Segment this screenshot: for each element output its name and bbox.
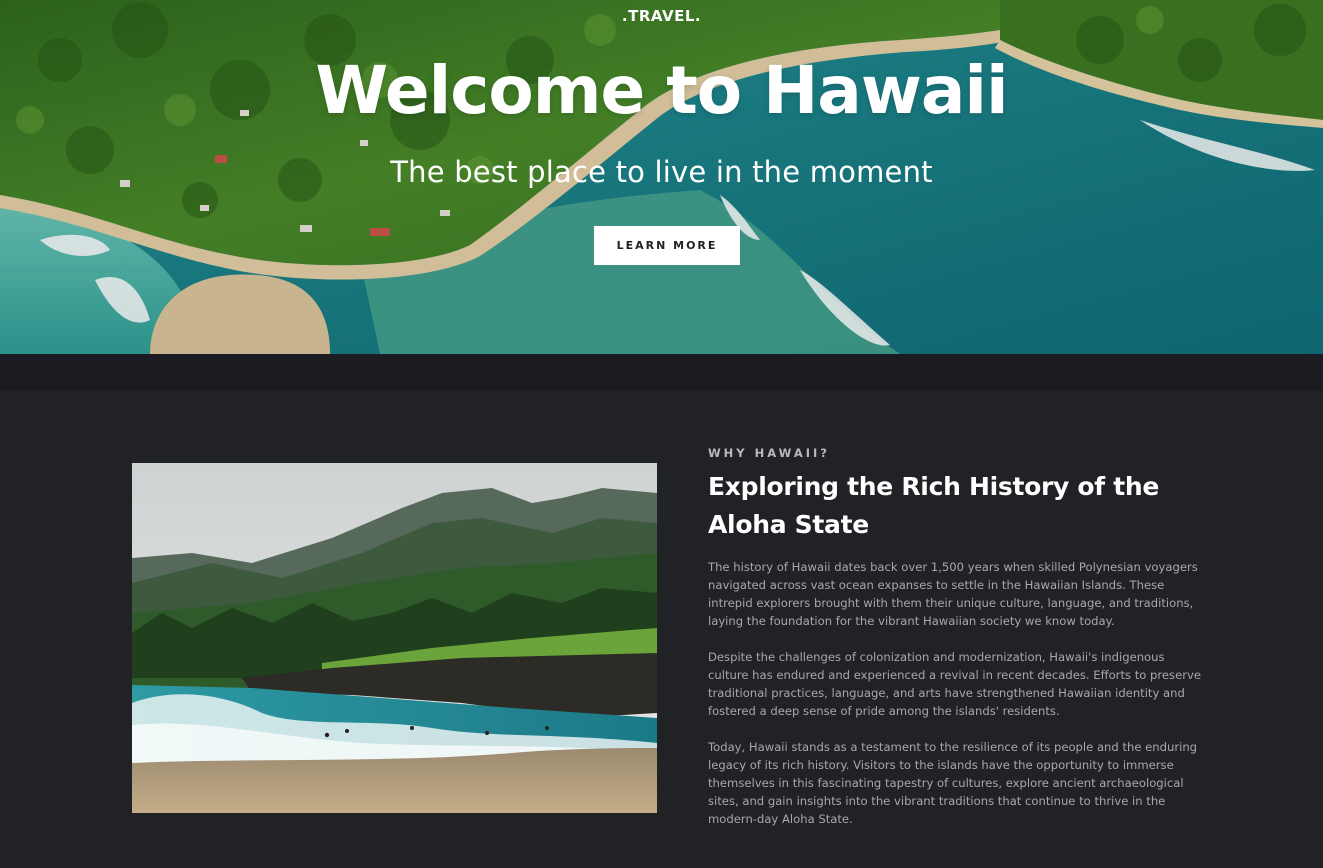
- history-paragraph-3: Today, Hawaii stands as a testament to t…: [708, 740, 1198, 826]
- hero-title: Welcome to Hawaii: [315, 52, 1008, 129]
- why-hawaii-section: WHY HAWAII? Exploring the Rich History o…: [0, 391, 1323, 868]
- learn-more-button[interactable]: LEARN MORE: [594, 226, 740, 265]
- beach-photo: [132, 463, 657, 813]
- site-logo[interactable]: .TRAVEL.: [0, 7, 1323, 25]
- history-paragraph-1: The history of Hawaii dates back over 1,…: [708, 560, 1198, 628]
- history-paragraph-2: Despite the challenges of colonization a…: [708, 650, 1201, 718]
- section-title: Exploring the Rich History of the Aloha …: [708, 472, 1160, 539]
- section-eyebrow: WHY HAWAII?: [708, 446, 830, 460]
- hero-section: .TRAVEL. Welcome to Hawaii The best plac…: [0, 0, 1323, 354]
- section-divider: [0, 354, 1323, 391]
- hero-subtitle: The best place to live in the moment: [390, 155, 933, 189]
